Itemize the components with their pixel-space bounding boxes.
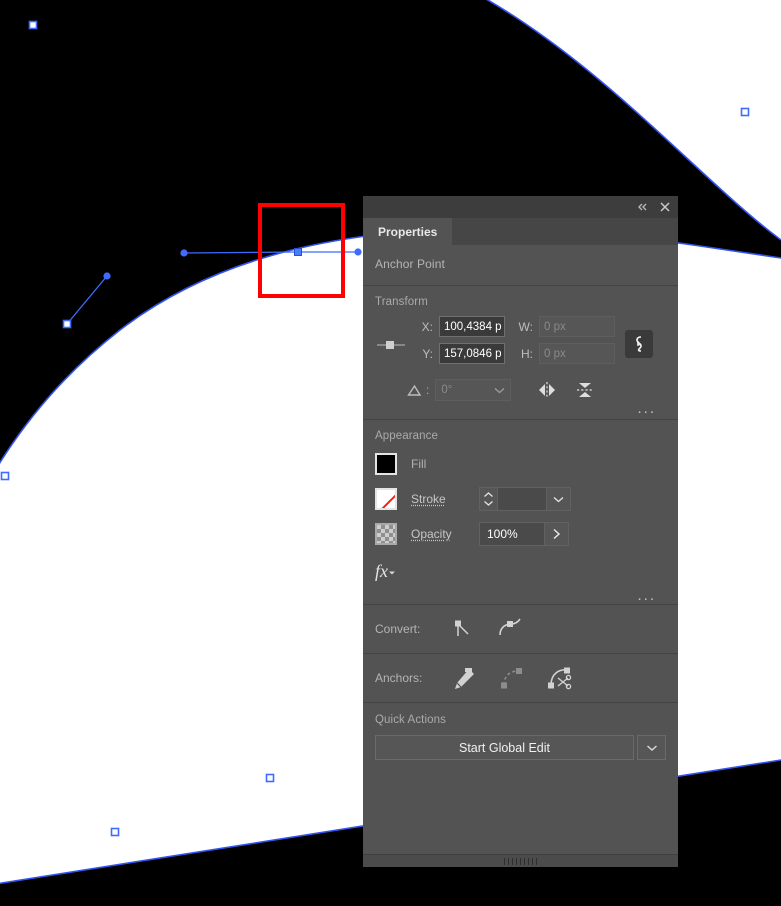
transform-more-row: ...	[375, 401, 666, 416]
anchor-point	[265, 773, 275, 783]
wh-fields: W: 0 px H: 0 px	[511, 316, 615, 370]
convert-section: Convert:	[363, 605, 678, 654]
convert-label: Convert:	[375, 622, 421, 636]
appearance-label: Appearance	[375, 430, 439, 442]
stroke-weight-control	[479, 487, 571, 511]
stroke-weight-input[interactable]	[497, 487, 546, 511]
opacity-options-button[interactable]	[544, 522, 569, 546]
anchor-point	[62, 319, 72, 329]
angle-icon	[407, 384, 422, 397]
properties-panel[interactable]: Properties Anchor Point Transform X: 100…	[363, 196, 678, 867]
stroke-weight-dropdown[interactable]	[546, 487, 571, 511]
convert-to-corner-icon[interactable]	[451, 617, 475, 641]
w-input[interactable]: 0 px	[539, 316, 615, 337]
rotation-select[interactable]: 0°	[435, 379, 512, 401]
h-input[interactable]: 0 px	[539, 343, 615, 364]
flip-vertical-icon[interactable]	[575, 380, 595, 400]
close-icon[interactable]	[659, 201, 671, 213]
anchors-label: Anchors:	[375, 671, 423, 685]
resize-grip-icon[interactable]	[503, 857, 538, 865]
fill-label: Fill	[411, 457, 427, 471]
chevron-down-icon	[553, 496, 564, 502]
transform-section: Transform X: 100,4384 p Y: 157,0846 p W:…	[363, 286, 678, 420]
anchors-section: Anchors:	[363, 654, 678, 703]
start-global-edit-dropdown[interactable]	[637, 735, 666, 760]
fx-label: fx	[375, 561, 388, 581]
chevron-right-icon	[553, 528, 561, 540]
handle-dot-right	[354, 248, 362, 256]
stroke-label[interactable]: Stroke	[411, 492, 479, 506]
panel-titlebar[interactable]	[363, 196, 678, 218]
opacity-control: 100%	[479, 522, 569, 546]
panel-tab-bar[interactable]: Properties	[363, 218, 678, 245]
stroke-color-swatch[interactable]	[375, 488, 397, 510]
reference-point-icon[interactable]	[375, 312, 407, 378]
show-handles-icon[interactable]	[499, 666, 525, 690]
panel-resize-footer[interactable]	[363, 854, 678, 867]
appearance-more-row: ...	[375, 588, 666, 603]
fill-row: Fill	[375, 451, 666, 477]
opacity-row: Opacity 100%	[375, 521, 666, 547]
convert-icons	[451, 617, 523, 641]
y-label: Y:	[422, 346, 433, 361]
rotation-value: 0°	[441, 384, 453, 396]
chevron-down-icon	[494, 387, 505, 393]
opacity-input[interactable]: 100%	[479, 522, 544, 546]
object-type-section: Anchor Point	[363, 245, 678, 286]
quick-actions-section: Quick Actions Start Global Edit	[363, 703, 678, 772]
handle-line-lower-left	[66, 275, 108, 325]
w-label: W:	[518, 319, 533, 334]
anchor-point	[0, 471, 10, 481]
opacity-label[interactable]: Opacity	[411, 527, 479, 541]
appearance-section: Appearance Fill Stroke Opacity 100% fx .…	[363, 420, 678, 605]
tab-properties[interactable]: Properties	[363, 218, 453, 245]
red-highlight-rectangle	[258, 203, 345, 298]
quick-actions-buttons: Start Global Edit	[375, 735, 666, 760]
handle-dot-lower-left	[103, 272, 111, 280]
fx-effects-button[interactable]: fx	[375, 561, 396, 582]
transform-label: Transform	[375, 296, 428, 308]
opacity-swatch[interactable]	[375, 523, 397, 545]
anchor-point	[28, 20, 38, 30]
convert-to-smooth-icon[interactable]	[497, 618, 523, 640]
x-field-row: X: 100,4384 p	[407, 316, 505, 337]
anchor-point	[740, 107, 750, 117]
x-input[interactable]: 100,4384 p	[439, 316, 505, 337]
angle-colon: :	[426, 383, 430, 397]
stroke-row: Stroke	[375, 486, 666, 512]
flip-buttons	[537, 380, 595, 400]
chevron-down-icon	[646, 744, 657, 751]
w-field-row: W: 0 px	[511, 316, 615, 337]
double-chevron-left-icon[interactable]	[637, 202, 649, 212]
anchors-icons	[451, 666, 573, 690]
fx-row: fx	[375, 561, 666, 582]
quick-actions-label: Quick Actions	[375, 714, 446, 726]
panel-body: Anchor Point Transform X: 100,4384 p Y: …	[363, 245, 678, 854]
tab-bar-filler	[452, 218, 678, 245]
start-global-edit-button[interactable]: Start Global Edit	[375, 735, 634, 760]
handle-dot-left	[180, 249, 188, 257]
object-type-label: Anchor Point	[375, 257, 445, 271]
y-input[interactable]: 157,0846 p	[439, 343, 505, 364]
cut-path-icon[interactable]	[547, 666, 573, 690]
stroke-weight-stepper[interactable]	[479, 487, 497, 511]
y-field-row: Y: 157,0846 p	[407, 343, 505, 364]
transform-more-options-button[interactable]: ...	[637, 401, 656, 416]
remove-anchor-pen-icon[interactable]	[451, 666, 477, 690]
x-label: X:	[421, 319, 433, 334]
fill-color-swatch[interactable]	[375, 453, 397, 475]
xy-fields: X: 100,4384 p Y: 157,0846 p	[407, 316, 505, 370]
anchor-point	[110, 827, 120, 837]
tab-properties-label: Properties	[378, 224, 438, 239]
h-field-row: H: 0 px	[511, 343, 615, 364]
link-constrain-icon[interactable]	[625, 330, 653, 358]
rotation-row: : 0°	[375, 379, 666, 401]
flip-horizontal-icon[interactable]	[537, 381, 557, 399]
h-label: H:	[521, 346, 533, 361]
appearance-more-options-button[interactable]: ...	[637, 588, 656, 603]
